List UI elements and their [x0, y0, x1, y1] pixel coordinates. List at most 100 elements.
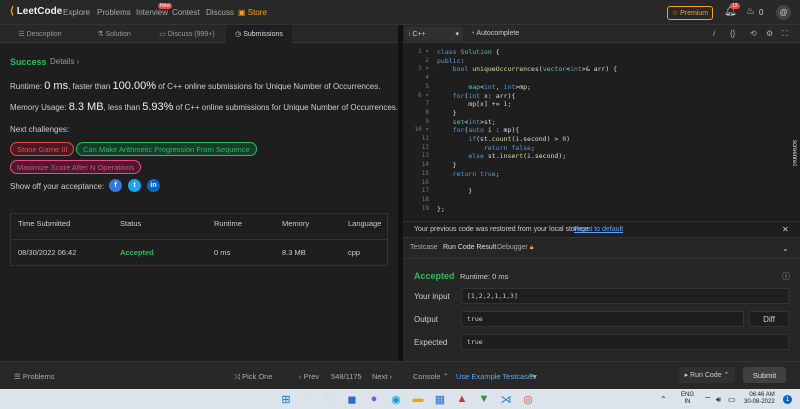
file-explorer-icon[interactable]: ▬ [410, 391, 426, 407]
problems-list-button[interactable]: ☰ Problems [14, 372, 55, 381]
chevron-up-icon: ⌃ [440, 372, 449, 381]
notification-badge[interactable]: 1 [783, 395, 792, 404]
code-line: public: [437, 56, 465, 65]
premium-button[interactable]: ☆ Premium [667, 6, 713, 20]
tab-testcase[interactable]: Testcase [410, 244, 438, 251]
language-select[interactable]: i C++ ▾ [405, 27, 463, 41]
chevron-up-icon: ⌃ [721, 372, 730, 379]
code-line: map<int, int>mp; [468, 82, 531, 91]
run-runtime: Runtime: 0 ms [460, 272, 509, 281]
fullscreen-icon[interactable]: ⛶ [782, 29, 788, 39]
battery-icon[interactable]: ▭ [728, 395, 736, 404]
problem-counter: 548/1175 [331, 372, 362, 381]
streak-count: 0 [759, 8, 764, 17]
line-number: 19 [421, 204, 429, 212]
pick-one-button[interactable]: ⤨ Pick One [234, 372, 273, 382]
collapse-chevron-icon[interactable]: ⌄ [782, 244, 789, 253]
col-language: Language [348, 219, 382, 228]
linkedin-icon[interactable]: in [147, 179, 160, 192]
code-line: } [437, 187, 473, 196]
challenge-arithmetic-progression[interactable]: Can Make Arithmetic Progression From Seq… [76, 142, 257, 156]
list-icon: ☰ [14, 372, 23, 381]
code-line: return false; [483, 143, 535, 152]
edge-icon[interactable]: ◉ [388, 391, 404, 407]
nav-explore[interactable]: Explore [63, 8, 90, 17]
help-icon[interactable]: ⓘ [782, 271, 790, 282]
your-input-label: Your input [414, 292, 450, 301]
tab-solution[interactable]: ⚗ Solution [80, 25, 148, 43]
tray-chevron-icon[interactable]: ⌃ [660, 395, 667, 404]
submit-button[interactable]: Submit [743, 367, 786, 383]
nav-interview[interactable]: Interview [136, 8, 168, 17]
gear-icon[interactable]: ⚙ [766, 29, 773, 38]
line-number: 1 ▾ [418, 48, 429, 55]
tab-run-code-result[interactable]: Run Code Result [443, 244, 496, 251]
row-memory: 8.3 MB [282, 248, 306, 257]
code-line: if(st.count(i.second) > 0) [468, 135, 571, 143]
streak-icon[interactable]: ♨ [746, 6, 755, 17]
nav-problems[interactable]: Problems [97, 8, 131, 17]
store-app-icon[interactable]: ▦ [432, 391, 448, 407]
code-line: for(int x: arr){ [452, 91, 516, 100]
nav-store[interactable]: ▣ Store [238, 8, 267, 17]
code-line: }; [437, 204, 445, 213]
console-toggle[interactable]: Console ⌃ [413, 372, 449, 381]
twitter-icon[interactable]: t [128, 179, 141, 192]
prev-button[interactable]: ‹ Prev [299, 372, 319, 381]
line-number: 13 [421, 152, 429, 160]
line-number: 10 ▾ [414, 126, 429, 134]
tab-discuss[interactable]: ▭ Discuss (999+) [148, 25, 226, 43]
reset-icon[interactable]: ⟲ [750, 29, 757, 38]
search-icon[interactable]: ⌕ [300, 391, 316, 407]
diff-button[interactable]: Diff [749, 311, 789, 327]
notification-count: 12 [730, 3, 740, 9]
app-red-icon[interactable]: ▲ [454, 391, 470, 407]
show-off-label: Show off your acceptance: [10, 182, 105, 191]
challenge-maximize-score[interactable]: Maximize Score After N Operations [10, 160, 142, 174]
chrome-icon[interactable]: ◎ [520, 391, 536, 407]
screen-recorder-tab[interactable]: screenrec [791, 140, 797, 166]
tab-debugger[interactable]: Debugger 🔒︎ [497, 244, 533, 252]
run-status: Accepted [414, 271, 455, 281]
language-indicator[interactable]: ENG IN [681, 392, 694, 406]
task-view-icon[interactable]: ❐ [322, 391, 338, 407]
run-code-button[interactable]: ▸ Run Code ⌃ [679, 367, 735, 383]
app-green-icon[interactable]: ▼ [476, 391, 492, 407]
chevron-down-icon: ▾ [455, 31, 459, 38]
help-dropdown-icon[interactable]: ?▾ [529, 372, 537, 381]
close-icon[interactable]: ✕ [782, 225, 789, 234]
code-line: set<int>st; [452, 117, 496, 126]
lock-icon: 🔒︎ [529, 244, 534, 251]
tab-submissions[interactable]: ◷ Submissions [226, 25, 292, 43]
avatar[interactable]: @ [776, 5, 791, 20]
line-number: 15 [421, 169, 429, 177]
code-editor[interactable]: 1 ▾ 2 3 ▾ 4 5 6 ▾ 7 8 9 10 ▾ 11 12 13 14… [403, 43, 800, 221]
line-number: 18 [421, 195, 429, 203]
line-number: 7 [425, 100, 429, 108]
reset-to-default-link[interactable]: Reset to default [574, 226, 623, 233]
tab-description[interactable]: ☰ Description [0, 25, 80, 43]
braces-icon[interactable]: {} [730, 29, 735, 38]
line-number: 4 [425, 74, 429, 82]
facebook-icon[interactable]: f [109, 179, 122, 192]
wifi-icon[interactable]: ⌔ [704, 395, 712, 405]
windows-start-icon[interactable]: ⊞ [278, 391, 294, 407]
next-button[interactable]: Next › [372, 372, 392, 381]
clock-icon: ◷ [235, 31, 244, 38]
chat-icon[interactable]: ● [366, 391, 382, 407]
use-example-testcases-link[interactable]: Use Example Testcases [456, 372, 536, 381]
info-icon[interactable]: 𝑖 [713, 29, 715, 39]
clock[interactable]: 06:46 AM 30-08-2022 [744, 392, 775, 406]
widgets-icon[interactable]: ◼ [344, 391, 360, 407]
vscode-icon[interactable]: ⋊ [498, 391, 514, 407]
expected-box: true [461, 334, 789, 350]
volume-icon[interactable]: 🔊︎ [716, 395, 721, 405]
details-link[interactable]: Details › [50, 57, 79, 66]
leetcode-logo[interactable]: ⟨ LeetCode [10, 6, 62, 17]
nav-discuss[interactable]: Discuss [206, 8, 234, 17]
nav-contest[interactable]: Contest [172, 8, 200, 17]
code-line: else st.insert(i.second); [468, 152, 567, 161]
autocomplete-toggle[interactable]: • Autocomplete [472, 30, 519, 37]
challenge-stone-game-iii[interactable]: Stone Game III [10, 142, 75, 156]
row-status-accepted[interactable]: Accepted [120, 248, 154, 257]
